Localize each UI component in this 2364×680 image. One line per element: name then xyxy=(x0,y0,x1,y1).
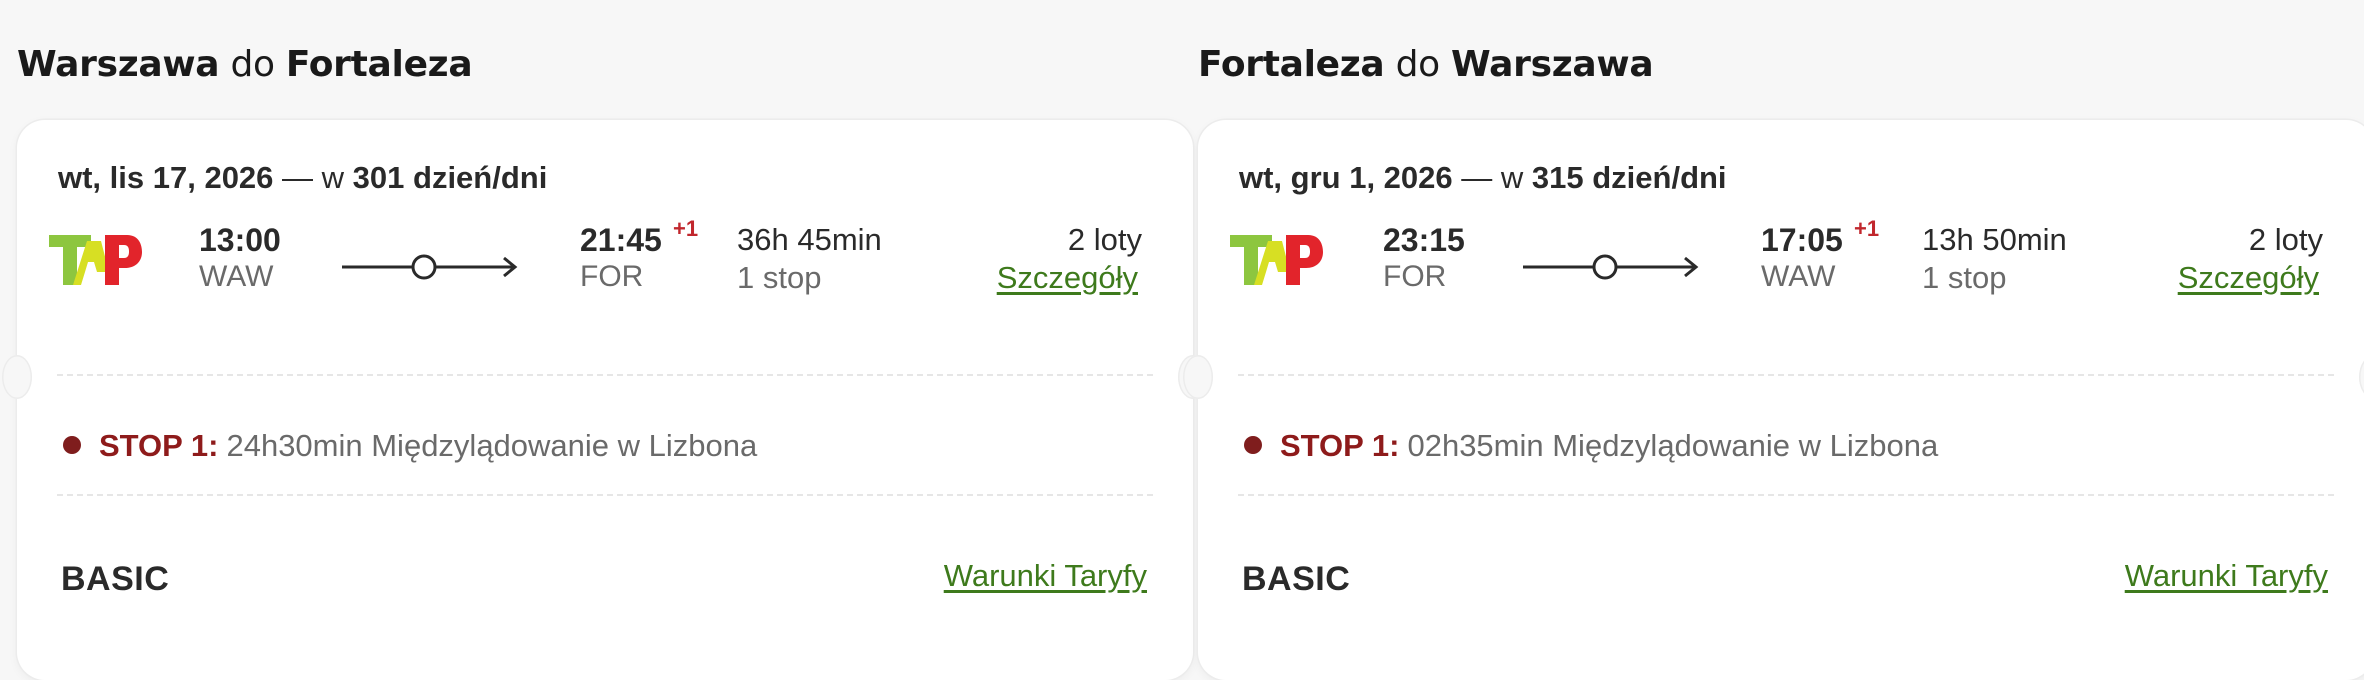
days-until: 301 dzień/dni xyxy=(352,160,548,195)
stop-dot-icon xyxy=(1244,436,1262,454)
departure-time: 13:00 xyxy=(199,222,281,258)
heading-connector: do xyxy=(1395,44,1441,85)
section-divider xyxy=(1238,494,2334,496)
arrival-time: 21:45 xyxy=(580,222,662,258)
departure-airport: FOR xyxy=(1383,260,1447,293)
destination-city: Fortaleza xyxy=(285,44,473,85)
route-arrow-icon xyxy=(1523,254,1699,280)
stop-dot-icon xyxy=(63,436,81,454)
outbound-flight-card: wt, lis 17, 2026 — w 301 dzień/dni 13:00… xyxy=(2,120,1208,680)
arrival-day-offset: +1 xyxy=(673,216,699,241)
stops-count: 1 stop xyxy=(737,260,822,295)
stop-label: STOP 1: xyxy=(1280,428,1400,463)
flight-date: wt, lis 17, 2026 xyxy=(58,160,274,195)
section-divider xyxy=(57,494,1153,496)
arrival-day-offset: +1 xyxy=(1854,216,1880,241)
stop-description: 24h30min Międzylądowanie w Lizbona xyxy=(226,428,758,463)
stop-description: 02h35min Międzylądowanie w Lizbona xyxy=(1407,428,1939,463)
departure-time: 23:15 xyxy=(1383,222,1465,258)
fare-name: BASIC xyxy=(61,560,170,598)
inbound-heading: Fortaleza do Warszawa xyxy=(1198,44,1654,85)
inbound-column: Fortaleza do Warszawa wt, gru 1, 2026 — … xyxy=(1183,0,2364,680)
ticket-notch-left xyxy=(2,355,32,399)
days-until: 315 dzień/dni xyxy=(1531,160,1727,195)
tap-airline-logo xyxy=(1230,235,1323,285)
details-link[interactable]: Szczegóły xyxy=(2178,260,2319,296)
stop-info: STOP 1: 24h30min Międzylądowanie w Lizbon… xyxy=(63,428,757,464)
departure-airport: WAW xyxy=(199,260,274,293)
ticket-notch-left xyxy=(1183,355,1213,399)
inbound-flight-card: wt, gru 1, 2026 — w 315 dzień/dni 23:15 … xyxy=(1183,120,2364,680)
stop-label: STOP 1: xyxy=(99,428,219,463)
flight-date-line: wt, gru 1, 2026 — w 315 dzień/dni xyxy=(1239,160,1727,196)
arrival-airport: FOR xyxy=(580,260,644,293)
days-prefix: — w xyxy=(282,160,345,195)
days-prefix: — w xyxy=(1461,160,1524,195)
flight-date: wt, gru 1, 2026 xyxy=(1239,160,1453,195)
flight-date-line: wt, lis 17, 2026 — w 301 dzień/dni xyxy=(58,160,547,196)
fare-conditions-link[interactable]: Warunki Taryfy xyxy=(2125,558,2328,594)
fare-name: BASIC xyxy=(1242,560,1351,598)
fare-conditions-link[interactable]: Warunki Taryfy xyxy=(944,558,1147,594)
tap-airline-logo xyxy=(49,235,142,285)
arrival-airport: WAW xyxy=(1761,260,1836,293)
origin-city: Warszawa xyxy=(17,44,220,85)
ticket-notch-right xyxy=(2359,355,2364,399)
flights-count: 2 loty xyxy=(1067,222,1142,257)
flight-duration: 13h 50min xyxy=(1922,222,2067,257)
flight-duration: 36h 45min xyxy=(737,222,882,257)
ticket-divider xyxy=(1238,374,2334,376)
route-arrow-icon xyxy=(342,254,518,280)
ticket-divider xyxy=(57,374,1153,376)
flights-count: 2 loty xyxy=(2248,222,2323,257)
destination-city: Warszawa xyxy=(1451,44,1654,85)
heading-connector: do xyxy=(230,44,275,85)
stops-count: 1 stop xyxy=(1922,260,2007,295)
origin-city: Fortaleza xyxy=(1198,44,1385,85)
outbound-column: Warszawa do Fortaleza wt, lis 17, 2026 —… xyxy=(2,0,1208,680)
stop-info: STOP 1: 02h35min Międzylądowanie w Lizbon… xyxy=(1244,428,1938,464)
arrival-time: 17:05 xyxy=(1761,222,1843,258)
outbound-heading: Warszawa do Fortaleza xyxy=(17,44,473,85)
details-link[interactable]: Szczegóły xyxy=(997,260,1138,296)
